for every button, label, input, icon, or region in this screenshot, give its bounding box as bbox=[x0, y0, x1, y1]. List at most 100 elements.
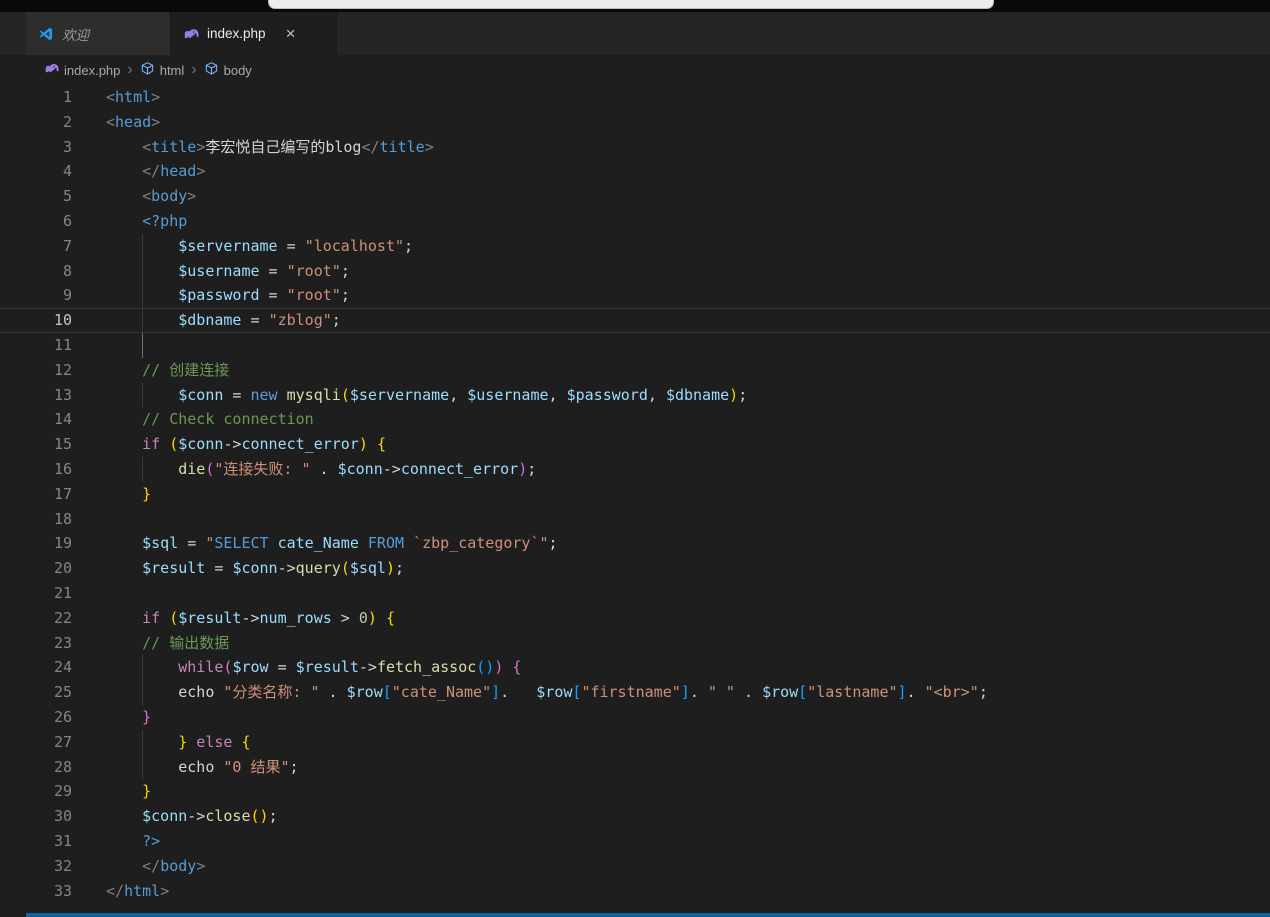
code-line[interactable]: 21 bbox=[0, 581, 1270, 606]
code-text[interactable]: </head> bbox=[106, 159, 205, 184]
code-line[interactable]: 5 <body> bbox=[0, 184, 1270, 209]
code-text[interactable]: // Check connection bbox=[106, 407, 314, 432]
code-line[interactable]: 19 $sql = "SELECT cate_Name FROM `zbp_ca… bbox=[0, 531, 1270, 556]
close-icon[interactable]: × bbox=[286, 25, 296, 42]
code-text[interactable]: echo "分类名称: " . $row["cate_Name"]. $row[… bbox=[106, 680, 988, 705]
chevron-right-icon: › bbox=[127, 61, 133, 78]
code-line[interactable]: 22 if ($result->num_rows > 0) { bbox=[0, 606, 1270, 631]
tab-label: 欢迎 bbox=[62, 27, 89, 43]
code-area[interactable]: 1 <html> 2 <head> 3 <title>李宏悦自己编写的blog</tit… bbox=[0, 85, 1270, 904]
indent-guide bbox=[142, 308, 143, 333]
code-line[interactable]: 26 } bbox=[0, 705, 1270, 730]
tab-label: index.php bbox=[207, 26, 266, 41]
code-line[interactable]: 28 echo "0 结果"; bbox=[0, 754, 1270, 780]
code-text[interactable]: </body> bbox=[106, 854, 205, 879]
code-text[interactable]: <head> bbox=[106, 110, 160, 135]
code-line[interactable]: 27 } else { bbox=[0, 729, 1270, 755]
breadcrumb-item-body[interactable]: body bbox=[204, 61, 252, 79]
code-line[interactable]: 25 echo "分类名称: " . $row["cate_Name"]. $r… bbox=[0, 680, 1270, 705]
indent-guide bbox=[142, 680, 143, 705]
command-center[interactable] bbox=[268, 0, 994, 9]
line-number: 19 bbox=[53, 534, 72, 553]
code-line[interactable]: 32 </body> bbox=[0, 854, 1270, 879]
line-number: 20 bbox=[53, 559, 72, 578]
code-line[interactable]: 8 $username = "root"; bbox=[0, 258, 1270, 284]
line-number: 4 bbox=[62, 162, 72, 181]
code-line[interactable]: 30 $conn->close(); bbox=[0, 804, 1270, 829]
breadcrumb-item-html[interactable]: html bbox=[140, 61, 184, 79]
line-number: 27 bbox=[53, 732, 72, 751]
code-line[interactable]: 14 // Check connection bbox=[0, 407, 1270, 432]
code-text[interactable]: $conn->close(); bbox=[106, 804, 277, 829]
line-number: 1 bbox=[62, 88, 72, 106]
line-number: 6 bbox=[62, 211, 72, 230]
code-line[interactable]: 4 </head> bbox=[0, 159, 1270, 184]
line-number: 21 bbox=[53, 583, 72, 602]
code-line[interactable]: 23 // 输出数据 bbox=[0, 631, 1270, 656]
line-number: 31 bbox=[53, 831, 72, 850]
code-line[interactable]: 11 bbox=[0, 332, 1270, 358]
code-line[interactable]: 33 </html> bbox=[0, 879, 1270, 904]
line-number: 2 bbox=[62, 112, 72, 131]
code-text[interactable]: <?php bbox=[106, 209, 187, 234]
code-text[interactable]: <body> bbox=[106, 184, 196, 209]
line-number: 13 bbox=[53, 385, 72, 404]
code-text[interactable]: if ($conn->connect_error) { bbox=[106, 432, 386, 457]
code-line[interactable]: 17 } bbox=[0, 482, 1270, 507]
code-text[interactable]: } bbox=[106, 482, 151, 507]
code-line[interactable]: 7 $servername = "localhost"; bbox=[0, 233, 1270, 259]
chevron-right-icon: › bbox=[191, 61, 197, 78]
code-line[interactable]: 15 if ($conn->connect_error) { bbox=[0, 432, 1270, 457]
code-text[interactable]: ?> bbox=[106, 829, 160, 854]
code-text[interactable]: $sql = "SELECT cate_Name FROM `zbp_categ… bbox=[106, 531, 557, 556]
code-text[interactable]: // 输出数据 bbox=[106, 631, 229, 656]
code-line[interactable]: 24 while($row = $result->fetch_assoc()) … bbox=[0, 655, 1270, 681]
line-number: 18 bbox=[53, 509, 72, 528]
code-text[interactable]: while($row = $result->fetch_assoc()) { bbox=[106, 655, 521, 680]
code-text[interactable]: $result = $conn->query($sql); bbox=[106, 556, 404, 581]
code-text[interactable]: <title>李宏悦自己编写的blog</title> bbox=[106, 135, 434, 160]
status-bar[interactable] bbox=[26, 913, 1270, 917]
tab-index-php[interactable]: index.php × bbox=[171, 12, 337, 55]
php-icon bbox=[183, 26, 199, 42]
code-text[interactable]: echo "0 结果"; bbox=[106, 755, 298, 780]
code-line[interactable]: 16 die("连接失败: " . $conn->connect_error); bbox=[0, 456, 1270, 482]
line-number: 3 bbox=[62, 137, 72, 156]
code-text[interactable]: } bbox=[106, 779, 151, 804]
symbol-cube-icon bbox=[204, 61, 219, 79]
code-text[interactable]: </html> bbox=[106, 879, 169, 904]
line-number: 17 bbox=[53, 484, 72, 503]
code-line[interactable]: 13 $conn = new mysqli($servername, $user… bbox=[0, 382, 1270, 408]
code-line[interactable]: 1 <html> bbox=[0, 85, 1270, 110]
breadcrumb-label: index.php bbox=[64, 62, 121, 78]
code-text[interactable]: } else { bbox=[106, 730, 250, 755]
line-number: 5 bbox=[62, 187, 72, 206]
code-text[interactable]: <html> bbox=[106, 85, 160, 110]
vscode-logo-icon bbox=[38, 26, 54, 42]
code-text[interactable]: if ($result->num_rows > 0) { bbox=[106, 606, 395, 631]
line-number: 25 bbox=[53, 683, 72, 702]
code-line[interactable]: 6 <?php bbox=[0, 209, 1270, 234]
code-line[interactable]: 9 $password = "root"; bbox=[0, 283, 1270, 309]
breadcrumb-item-file[interactable]: index.php bbox=[44, 61, 120, 79]
code-line[interactable]: 29 } bbox=[0, 779, 1270, 804]
code-line[interactable]: 3 <title>李宏悦自己编写的blog</title> bbox=[0, 135, 1270, 160]
code-line[interactable]: 18 bbox=[0, 507, 1270, 532]
line-number: 26 bbox=[53, 707, 72, 726]
breadcrumb: index.php › html › body bbox=[0, 55, 1270, 85]
line-number: 23 bbox=[53, 633, 72, 652]
breadcrumb-label: body bbox=[223, 62, 252, 78]
tab-welcome[interactable]: 欢迎 bbox=[26, 12, 171, 55]
code-line[interactable]: 31 ?> bbox=[0, 829, 1270, 854]
code-text[interactable]: // 创建连接 bbox=[106, 358, 229, 383]
code-text[interactable]: $servername = "localhost"; bbox=[106, 234, 413, 259]
code-text[interactable]: die("连接失败: " . $conn->connect_error); bbox=[106, 457, 536, 482]
tab-bar: 欢迎 index.php × bbox=[0, 12, 1270, 55]
code-line[interactable]: 10 $dbname = "zblog"; bbox=[0, 308, 1270, 333]
code-line[interactable]: 12 // 创建连接 bbox=[0, 358, 1270, 383]
code-text[interactable]: $conn = new mysqli($servername, $usernam… bbox=[106, 383, 747, 408]
code-line[interactable]: 20 $result = $conn->query($sql); bbox=[0, 556, 1270, 581]
line-number: 29 bbox=[53, 782, 72, 801]
code-text[interactable]: } bbox=[106, 705, 151, 730]
code-line[interactable]: 2 <head> bbox=[0, 110, 1270, 135]
